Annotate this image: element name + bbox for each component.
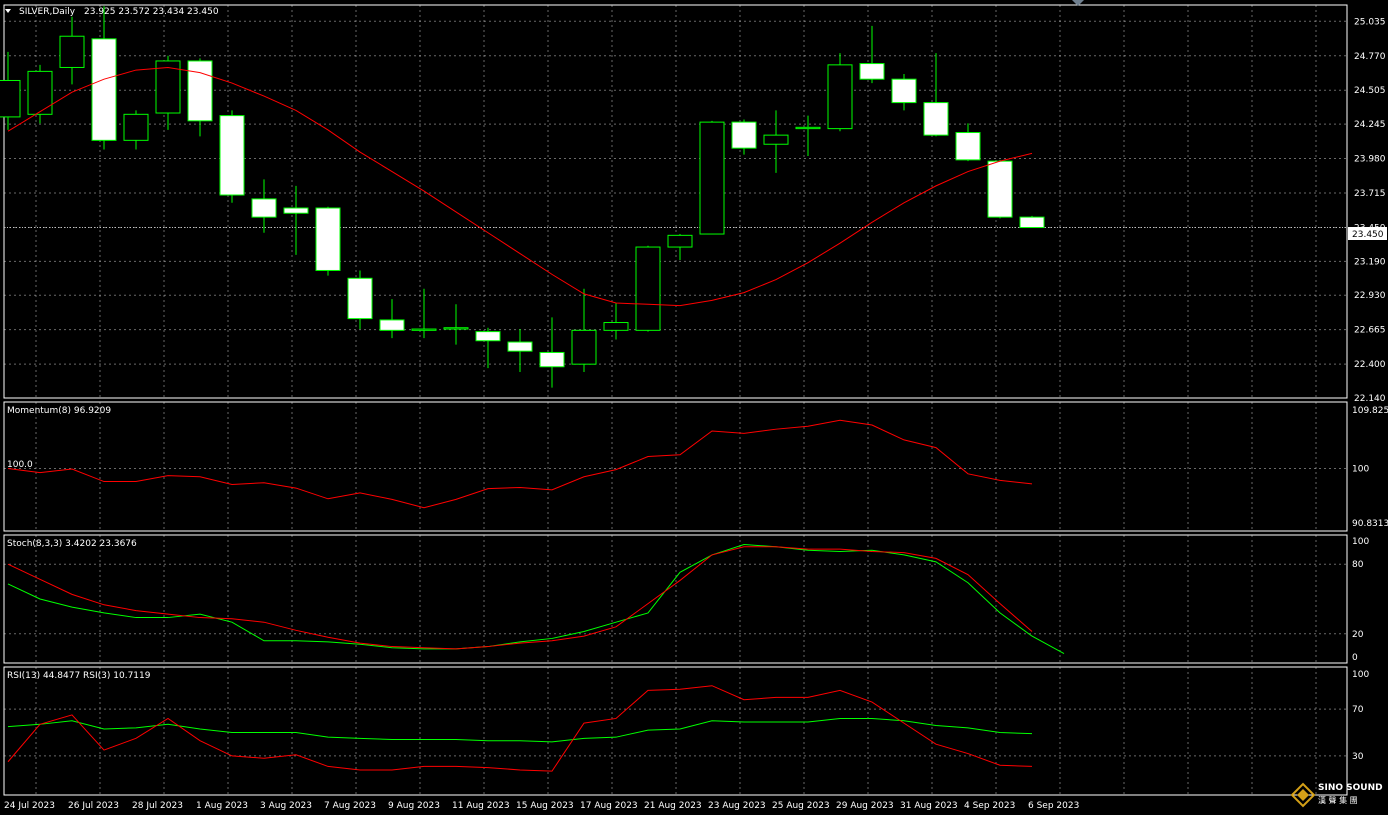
logo-text: SINO SOUND (1318, 783, 1383, 793)
rsi-tick-label: 70 (1352, 705, 1364, 715)
price-tick-label: 24.505 (1354, 86, 1386, 96)
symbol-label: SILVER,Daily (19, 7, 76, 17)
date-tick-label: 23 Aug 2023 (708, 801, 766, 811)
candle-body (187, 60, 213, 122)
chart-marks (0, 6, 1347, 772)
candle-body (891, 78, 917, 104)
panel-frame-rsi (3, 666, 1348, 796)
candle-body (699, 121, 725, 235)
date-tick-label: 29 Aug 2023 (836, 801, 894, 811)
momentum-tick-label: 109.825 (1352, 406, 1388, 416)
logo: SINO SOUND 漢 聲 集 團 (1290, 780, 1386, 810)
candle-body (27, 70, 53, 115)
candle-body (475, 331, 501, 342)
candle-body (987, 160, 1013, 218)
rsi-tick-label: 30 (1352, 752, 1364, 762)
date-tick-label: 9 Aug 2023 (388, 801, 440, 811)
date-tick-label: 28 Jul 2023 (132, 801, 183, 811)
candle-body (379, 319, 405, 331)
grid-lines (4, 5, 1347, 795)
candle-body (763, 134, 789, 145)
collapse-triangle-icon[interactable] (5, 9, 11, 13)
candle-body (0, 79, 21, 118)
stoch-tick-label: 0 (1352, 653, 1358, 663)
momentum-label: Momentum(8) 96.9209 (7, 406, 111, 416)
price-tick-label: 24.245 (1354, 120, 1386, 130)
chart-canvas[interactable]: 25.035 24.770 24.505 24.245 23.980 23.715 23.4… (0, 0, 1388, 815)
stoch-tick-label: 80 (1352, 560, 1364, 570)
rsi3-line (7, 685, 1033, 772)
candle-body (315, 207, 341, 271)
candle-body (123, 113, 149, 141)
candle-body (731, 121, 757, 149)
date-tick-label: 7 Aug 2023 (324, 801, 376, 811)
candle-body (59, 35, 85, 68)
y-axis-labels: 25.035 24.770 24.505 24.245 23.980 23.715 23.4… (1352, 17, 1388, 762)
rsi-label: RSI(13) 44.8477 RSI(3) 10.7119 (7, 671, 151, 681)
momentum-tick-label: 90.8313 (1352, 519, 1388, 529)
price-tick-label: 22.665 (1354, 326, 1386, 336)
date-tick-label: 26 Jul 2023 (68, 801, 119, 811)
stoch-tick-label: 20 (1352, 630, 1364, 640)
ohlc-values: 23.925 23.572 23.434 23.450 (84, 7, 219, 17)
date-tick-label: 3 Aug 2023 (260, 801, 312, 811)
date-tick-label: 24 Jul 2023 (4, 801, 55, 811)
candle-body (571, 329, 597, 365)
stoch-tick-label: 100 (1352, 537, 1369, 547)
panel-frame-sto (3, 534, 1348, 664)
momentum-line (7, 419, 1033, 509)
panel-frames (3, 4, 1348, 796)
date-tick-label: 31 Aug 2023 (900, 801, 958, 811)
candle-body (955, 132, 981, 161)
candle-body (635, 246, 661, 331)
price-tick-label: 23.190 (1354, 257, 1386, 267)
date-tick-label: 6 Sep 2023 (1028, 801, 1079, 811)
price-tick-label: 24.770 (1354, 52, 1386, 62)
candle-body (1019, 216, 1045, 229)
candle-body (795, 126, 821, 130)
candle-body (603, 322, 629, 331)
candle-body (283, 207, 309, 214)
date-tick-label: 4 Sep 2023 (964, 801, 1015, 811)
candle-body (219, 115, 245, 196)
candle-body (667, 234, 693, 248)
candle-body (923, 102, 949, 136)
date-tick-label: 25 Aug 2023 (772, 801, 830, 811)
date-tick-label: 21 Aug 2023 (644, 801, 702, 811)
x-axis-labels: 24 Jul 2023 26 Jul 2023 28 Jul 2023 1 Aug 2… (4, 801, 1079, 811)
candle-body (251, 198, 277, 218)
logo-subtext: 漢 聲 集 團 (1318, 796, 1358, 805)
stoch-label: Stoch(8,3,3) 3.4202 23.3676 (7, 539, 137, 549)
current-price-label: 23.450 (1352, 230, 1384, 240)
price-tick-label: 23.980 (1354, 155, 1386, 165)
panel-frame-mom (3, 401, 1348, 532)
date-tick-label: 1 Aug 2023 (196, 801, 248, 811)
candle-body (411, 328, 437, 331)
momentum-tick-label: 100 (1352, 464, 1369, 474)
date-tick-label: 11 Aug 2023 (452, 801, 510, 811)
date-tick-label: 17 Aug 2023 (580, 801, 638, 811)
rsi-tick-label: 100 (1352, 670, 1369, 680)
candle-body (539, 351, 565, 368)
stoch-main-line (7, 543, 1065, 654)
price-tick-label: 22.400 (1354, 360, 1386, 370)
candle-body (347, 277, 373, 320)
candle-body (859, 63, 885, 80)
price-tick-label: 23.715 (1354, 189, 1386, 199)
date-tick-label: 15 Aug 2023 (516, 801, 574, 811)
price-tick-label: 25.035 (1354, 17, 1386, 27)
price-tick-label: 22.140 (1354, 394, 1386, 404)
candle-body (827, 64, 853, 130)
candle-body (443, 327, 469, 330)
momentum-level-label: 100.0 (7, 460, 33, 470)
candle-body (91, 38, 117, 141)
price-tick-label: 22.930 (1354, 291, 1386, 301)
candle-body (507, 341, 533, 352)
